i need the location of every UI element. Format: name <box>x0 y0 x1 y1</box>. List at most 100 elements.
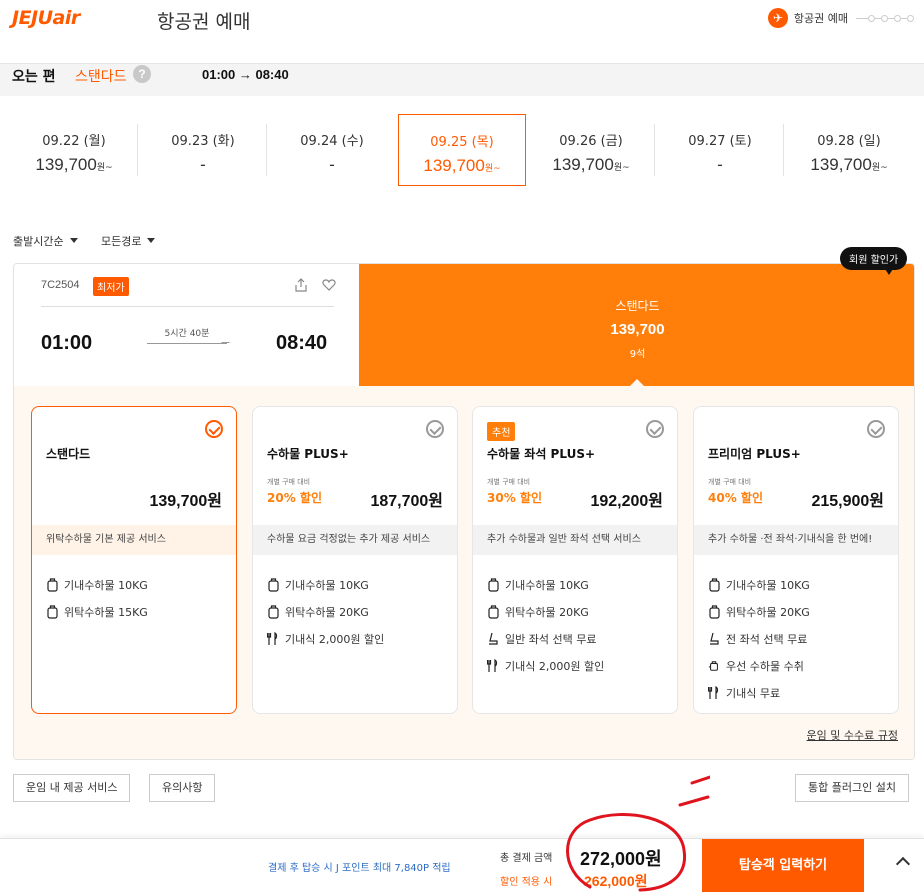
check-circle-icon[interactable] <box>867 420 885 438</box>
chevron-up-icon[interactable] <box>895 856 911 872</box>
discount-label: 할인 적용 시 <box>500 877 553 888</box>
discount-caption: 개별 구매 대비 <box>487 478 531 486</box>
divider <box>41 306 334 307</box>
fare-price: 187,700원 <box>370 493 443 510</box>
caret-down-icon <box>69 238 78 243</box>
luggage-icon <box>46 577 58 592</box>
date-price: 139,700원~ <box>10 155 138 175</box>
date-price-value: 139,700 <box>35 155 97 174</box>
date-price-value: - <box>329 155 335 174</box>
date-tab[interactable]: 09.24 (수) - <box>268 114 396 186</box>
fare-description: 수하물 요금 걱정없는 추가 제공 서비스 <box>253 525 457 555</box>
discount-rate: 40% 할인 <box>708 491 763 505</box>
share-icon[interactable] <box>294 278 308 292</box>
enter-passengers-button[interactable]: 탑승객 입력하기 <box>702 839 864 892</box>
meal-icon <box>708 685 720 700</box>
departure-time: 01:00 <box>41 332 93 354</box>
divider <box>783 124 784 176</box>
price-unit: 원~ <box>96 163 113 173</box>
selected-fare-banner[interactable]: 스탠다드 139,700 9석 <box>359 264 914 387</box>
feature-label: 기내식 2,000원 할인 <box>505 659 605 673</box>
discount-rate: 20% 할인 <box>267 491 322 505</box>
date-tab[interactable]: 09.22 (월) 139,700원~ <box>10 114 138 186</box>
divider <box>654 124 655 176</box>
date-tab[interactable]: 09.27 (토) - <box>656 114 784 186</box>
seat-icon <box>708 632 720 646</box>
flight-card: 7C2504 최저가 01:00 5시간 40분 08:40 스탠다드 139,… <box>13 263 915 760</box>
date-tab[interactable]: 09.26 (금) 139,700원~ <box>527 114 655 186</box>
step-label: 항공권 예매 <box>793 12 848 25</box>
check-circle-icon[interactable] <box>205 420 223 438</box>
price-unit: 원~ <box>871 163 888 173</box>
heart-icon[interactable] <box>322 278 336 292</box>
flight-info[interactable]: 7C2504 최저가 01:00 5시간 40분 08:40 <box>14 264 359 386</box>
luggage-icon <box>708 604 720 619</box>
notice-button[interactable]: 유의사항 <box>149 774 216 802</box>
feature-label: 위탁수하물 15KG <box>64 605 148 619</box>
total-label: 총 결제 금액 <box>500 853 553 864</box>
feature-label: 기내식 무료 <box>726 686 781 700</box>
luggage-icon <box>708 577 720 592</box>
fare-card[interactable]: 수하물 PLUS+ 개별 구매 대비 20% 할인 187,700원수하물 요금 걱정… <box>252 406 458 714</box>
price-unit: 원~ <box>613 163 630 173</box>
feature-item: 기내식 무료 <box>708 679 810 706</box>
route-dropdown[interactable]: 모든경로 <box>101 233 156 249</box>
feature-item: 우선 수하물 수취 <box>708 652 810 679</box>
feature-label: 위탁수하물 20KG <box>726 605 810 619</box>
help-icon[interactable]: ? <box>133 65 151 83</box>
flight-duration: 5시간 40분 <box>164 329 210 339</box>
fare-card[interactable]: 스탠다드 139,700원 위탁수하물 기본 제공 서비스 기내수하물 10KG 위탁수… <box>31 406 237 714</box>
fare-rules-link[interactable]: 운임 및 수수료 규정 <box>807 727 898 743</box>
feature-list: 기내수하물 10KG 위탁수하물 20KG 기내식 2,000원 할인 <box>267 571 384 652</box>
luggage-icon <box>487 604 499 619</box>
date-tab[interactable]: 09.28 (일) 139,700원~ <box>785 114 913 186</box>
fare-card[interactable]: 추천 수하물 좌석 PLUS+ 개별 구매 대비 30% 할인 192,200원 추가 수… <box>472 406 678 714</box>
flight-time-summary: 01:00 → 08:40 <box>202 67 289 82</box>
flight-number: 7C2504 <box>41 279 80 291</box>
feature-item: 기내수하물 10KG <box>46 571 148 598</box>
feature-label: 위탁수하물 20KG <box>505 605 589 619</box>
fare-name: 수하물 좌석 PLUS+ <box>487 447 596 461</box>
feature-label: 일반 좌석 선택 무료 <box>505 632 597 646</box>
feature-item: 기내수하물 10KG <box>708 571 810 598</box>
date-price: 139,700원~ <box>785 155 913 175</box>
feature-item: 전 좌석 선택 무료 <box>708 625 810 652</box>
date-price-value: - <box>717 155 723 174</box>
fare-card[interactable]: 프리미엄 PLUS+ 개별 구매 대비 40% 할인 215,900원 추가 수하물 ·… <box>693 406 899 714</box>
date-tab[interactable]: 09.23 (화) - <box>139 114 267 186</box>
check-circle-icon[interactable] <box>646 420 664 438</box>
jejuair-logo[interactable]: JEJUair <box>12 7 80 29</box>
fare-price: 139,700원 <box>149 493 222 510</box>
date-label: 09.26 (금) <box>559 134 623 149</box>
date-price-value: 139,700 <box>552 155 614 174</box>
date-tab[interactable]: 09.25 (목) 139,700원~ <box>398 114 526 186</box>
feature-label: 전 좌석 선택 무료 <box>726 632 808 646</box>
feature-label: 기내수하물 10KG <box>285 578 369 592</box>
points-note: 결제 후 탑승 시 J 포인트 최대 7,840P 적립 <box>268 863 451 874</box>
feature-list: 기내수하물 10KG 위탁수하물 20KG 일반 좌석 선택 무료기내식 2,000… <box>487 571 604 679</box>
discount-price: 262,000원 <box>584 873 648 889</box>
date-price-value: - <box>200 155 206 174</box>
feature-item: 위탁수하물 20KG <box>708 598 810 625</box>
discount-rate: 30% 할인 <box>487 491 542 505</box>
priority-bag-icon <box>708 659 720 673</box>
plugin-install-button[interactable]: 통합 플러그인 설치 <box>795 774 909 802</box>
luggage-icon <box>267 604 279 619</box>
feature-label: 우선 수하물 수취 <box>726 659 804 673</box>
date-label: 09.24 (수) <box>300 134 364 149</box>
arrival-time: 08:40 <box>276 332 328 354</box>
sort-dropdown[interactable]: 출발시간순 <box>13 233 78 249</box>
feature-item: 기내수하물 10KG <box>487 571 604 598</box>
fare-description: 위탁수하물 기본 제공 서비스 <box>32 525 236 555</box>
direction-label: 오는 편 <box>12 69 56 85</box>
fare-name: 수하물 PLUS+ <box>267 447 349 461</box>
lowest-price-badge: 최저가 <box>93 277 129 296</box>
included-services-button[interactable]: 운임 내 제공 서비스 <box>13 774 131 802</box>
date-price: 139,700원~ <box>527 155 655 175</box>
check-circle-icon[interactable] <box>426 420 444 438</box>
feature-item: 위탁수하물 15KG <box>46 598 148 625</box>
discount-caption: 개별 구매 대비 <box>267 478 311 486</box>
banner-fare-price: 139,700 <box>610 321 665 338</box>
feature-item: 기내식 2,000원 할인 <box>267 625 384 652</box>
step-progress-dots <box>856 14 914 22</box>
